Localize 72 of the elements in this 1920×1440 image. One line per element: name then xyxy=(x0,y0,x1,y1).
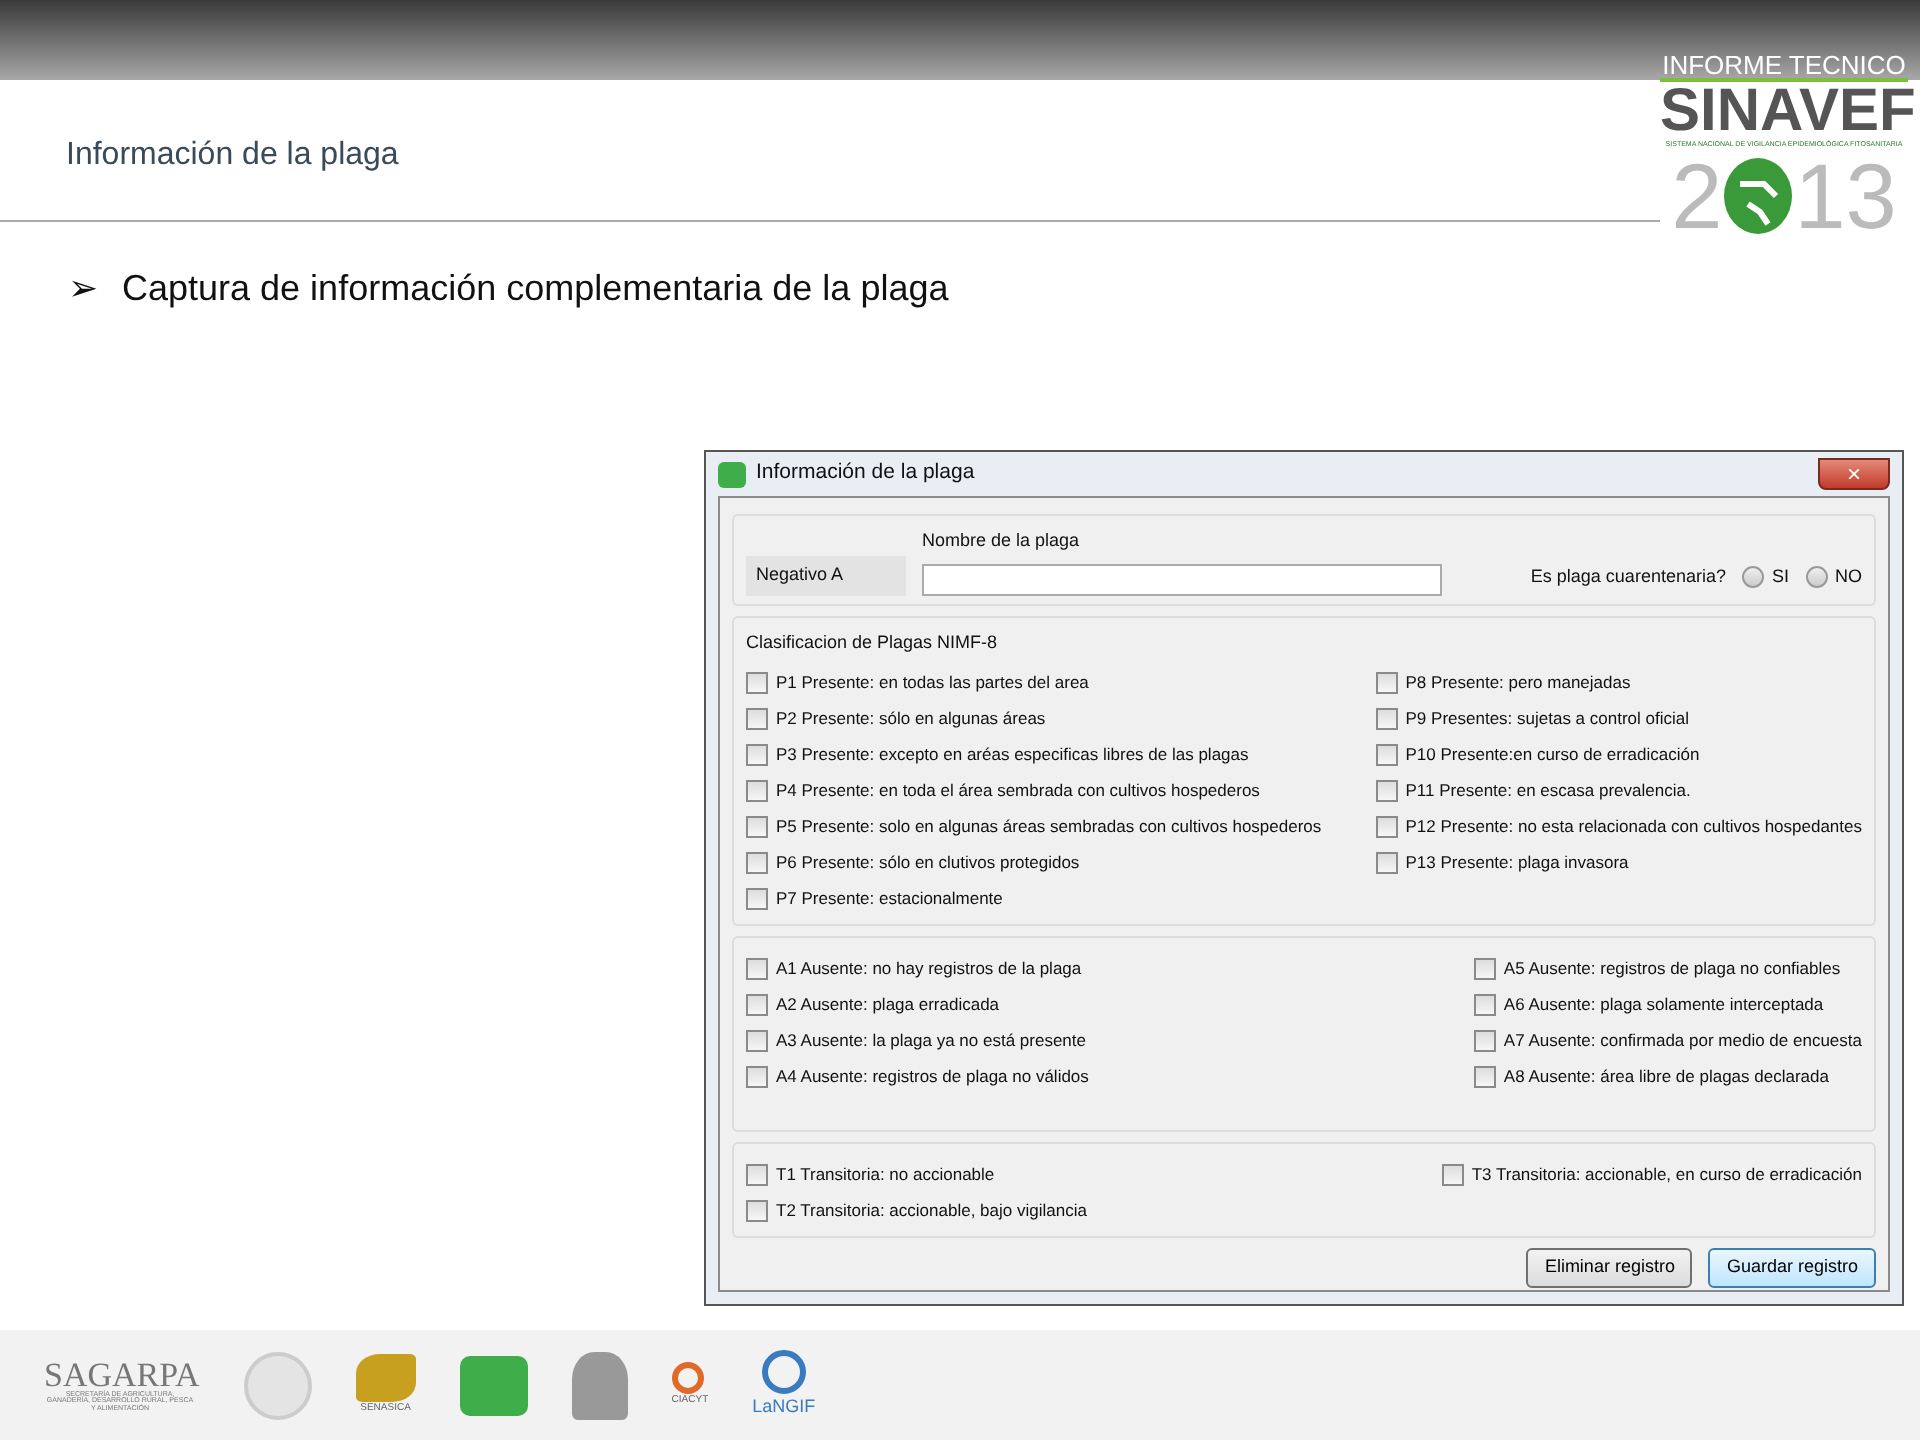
checkbox[interactable] xyxy=(1473,957,1496,979)
checkbox[interactable] xyxy=(1375,851,1398,873)
checkbox[interactable] xyxy=(746,887,768,909)
logo-caption: INFORME TECNICO xyxy=(1660,52,1908,78)
field-label: Nombre de la plaga xyxy=(922,528,1082,554)
checkbox[interactable] xyxy=(1375,707,1398,729)
logo-wordmark: LaNGIF xyxy=(752,1393,816,1420)
checkbox-label: P5 Presente: solo en algunas áreas sembradas con cultivos hospederos xyxy=(776,813,1322,839)
checkbox-label: P6 Presente: sólo en clutivos protegidos xyxy=(776,849,1080,875)
dialog-button[interactable]: Guardar registro xyxy=(1708,1248,1876,1287)
checkbox-label: A6 Ausente: plaga solamente interceptada xyxy=(1503,991,1824,1017)
section-title: Información de la plaga xyxy=(66,136,399,176)
dialog-button[interactable]: Eliminar registro xyxy=(1526,1248,1693,1287)
checkbox[interactable] xyxy=(746,671,768,693)
radio-button[interactable] xyxy=(1805,566,1827,589)
checkbox-label: P10 Presente:en curso de erradicación xyxy=(1405,741,1700,767)
checkbox-label: A8 Ausente: área libre de plagas declarada xyxy=(1503,1063,1829,1089)
radio-label: NO xyxy=(1835,564,1862,590)
checkbox-label: P8 Presente: pero manejadas xyxy=(1405,669,1631,695)
checkbox[interactable] xyxy=(746,707,768,729)
checkbox[interactable] xyxy=(746,779,768,801)
field-label: Es plaga cuarentenaria? xyxy=(1530,564,1726,590)
close-button[interactable]: × xyxy=(1818,458,1890,490)
checkbox-label: A2 Ausente: plaga erradicada xyxy=(776,991,1000,1017)
checkbox-label: P11 Presente: en escasa prevalencia. xyxy=(1405,777,1691,803)
checkbox-label: A3 Ausente: la plaga ya no está presente xyxy=(776,1027,1087,1053)
checkbox-label: P1 Presente: en todas las partes del area xyxy=(776,669,1089,695)
checkbox[interactable] xyxy=(746,1065,768,1087)
checkbox-label: P13 Presente: plaga invasora xyxy=(1405,849,1629,875)
checkbox[interactable] xyxy=(746,993,768,1015)
app-icon xyxy=(718,461,746,487)
checkbox-label: A4 Ausente: registros de plaga no válidos xyxy=(776,1063,1089,1089)
checkbox-label: P7 Presente: estacionalmente xyxy=(776,885,1003,911)
checkbox-label: A5 Ausente: registros de plaga no confiables xyxy=(1503,955,1841,981)
code-field[interactable]: Negativo A xyxy=(746,556,906,595)
checkbox-label: P3 Presente: excepto en aréas especificas libres de las plagas xyxy=(776,741,1249,767)
checkbox[interactable] xyxy=(746,1029,768,1051)
checkbox[interactable] xyxy=(1375,671,1398,693)
checkbox[interactable] xyxy=(1441,1163,1464,1185)
checkbox[interactable] xyxy=(1473,1065,1496,1087)
checkbox-label: P2 Presente: sólo en algunas áreas xyxy=(776,705,1046,731)
checkbox[interactable] xyxy=(746,1163,768,1185)
checkbox-label: T3 Transitoria: accionable, en curso de erradicación xyxy=(1471,1161,1862,1187)
checkbox[interactable] xyxy=(746,957,768,979)
checkbox-label: A7 Ausente: confirmada por medio de encuesta xyxy=(1503,1027,1862,1053)
year-digits: 2 xyxy=(1671,149,1723,242)
logo-wordmark: SAGARPA xyxy=(44,1357,200,1392)
bullet-text: Captura de información complementaria de la plaga xyxy=(122,266,949,312)
checkbox[interactable] xyxy=(1375,815,1398,837)
checkbox-label: P4 Presente: en toda el área sembrada con cultivos hospederos xyxy=(776,777,1260,803)
checkbox[interactable] xyxy=(1375,743,1398,765)
bullet-arrow: ➢ xyxy=(68,266,98,312)
checkbox-label: P12 Presente: no esta relacionada con cultivos hospedantes xyxy=(1405,813,1862,839)
checkbox[interactable] xyxy=(746,815,768,837)
seal-icon xyxy=(243,1351,312,1419)
checkbox[interactable] xyxy=(746,1199,768,1221)
window-title: Información de la plaga xyxy=(756,458,975,489)
checkbox[interactable] xyxy=(1473,993,1496,1015)
emblem-icon xyxy=(1722,155,1795,236)
name-field[interactable] xyxy=(922,563,1442,595)
checkbox[interactable] xyxy=(1375,779,1398,801)
checkbox[interactable] xyxy=(746,743,768,765)
checkbox-label: P9 Presentes: sujetas a control oficial xyxy=(1405,705,1690,731)
radio-button[interactable] xyxy=(1741,566,1764,589)
checkbox-label: A1 Ausente: no hay registros de la plaga xyxy=(776,955,1082,981)
checkbox[interactable] xyxy=(1473,1029,1496,1051)
checkbox-label: T1 Transitoria: no accionable xyxy=(776,1161,995,1187)
year-digits: 13 xyxy=(1794,149,1897,242)
radio-label: SI xyxy=(1771,564,1789,590)
group-legend: Clasificacion de Plagas NIMF-8 xyxy=(746,629,1862,656)
checkbox-label: T2 Transitoria: accionable, bajo vigilancia xyxy=(776,1197,1087,1223)
checkbox[interactable] xyxy=(746,851,768,873)
